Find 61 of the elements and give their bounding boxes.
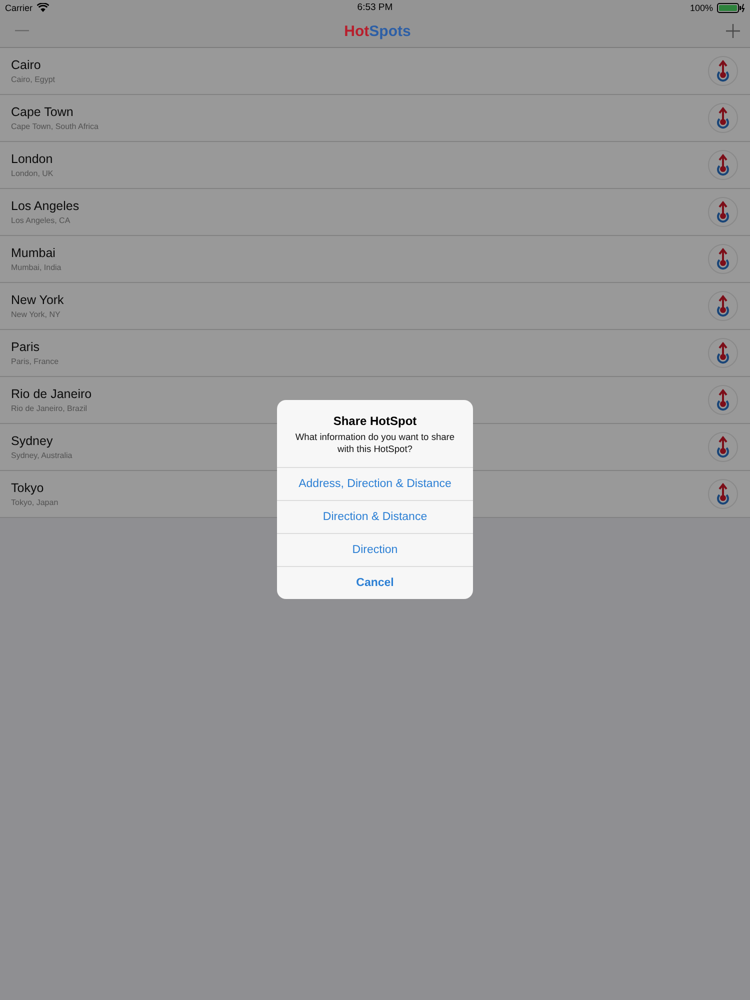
list-row[interactable]: Los Angeles Los Angeles, CA	[0, 189, 750, 236]
place-detail: Cairo, Egypt	[11, 75, 56, 84]
place-detail: Mumbai, India	[11, 263, 62, 272]
battery-icon	[716, 2, 745, 12]
list-row[interactable]: New York New York, NY	[0, 283, 750, 330]
clock-time: 6:53 PM	[357, 2, 393, 13]
place-name: Sydney	[11, 434, 54, 448]
share-button[interactable]	[708, 385, 738, 415]
place-name: Los Angeles	[11, 199, 80, 213]
share-button[interactable]	[708, 479, 738, 509]
plus-icon	[726, 24, 740, 38]
location-arrow-icon	[715, 389, 731, 411]
location-arrow-icon	[715, 295, 731, 317]
place-name: Paris	[11, 340, 40, 354]
cancel-button[interactable]: Cancel	[277, 566, 473, 600]
add-button[interactable]	[724, 22, 742, 40]
carrier-label: Carrier	[5, 2, 33, 12]
app-title: HotSpots	[344, 22, 411, 40]
share-button[interactable]	[708, 103, 738, 133]
wifi-icon	[36, 3, 49, 12]
location-arrow-icon	[715, 201, 731, 223]
share-button[interactable]	[708, 244, 738, 274]
place-name: New York	[11, 293, 64, 307]
place-name: Cape Town	[11, 105, 74, 119]
place-detail: Cape Town, South Africa	[11, 122, 98, 131]
place-name: Mumbai	[11, 246, 56, 260]
share-button[interactable]	[708, 197, 738, 227]
place-detail: London, UK	[11, 169, 54, 178]
share-button[interactable]	[708, 432, 738, 462]
location-arrow-icon	[715, 342, 731, 364]
alert-message: What information do you want to share with this HotSpot?	[294, 431, 456, 456]
place-name: Rio de Janeiro	[11, 387, 92, 401]
location-arrow-icon	[715, 248, 731, 270]
list-row[interactable]: Mumbai Mumbai, India	[0, 236, 750, 283]
place-name: London	[11, 152, 54, 166]
place-detail: New York, NY	[11, 310, 62, 319]
alert-action-button[interactable]: Address, Direction & Distance	[277, 467, 473, 500]
list-row[interactable]: London London, UK	[0, 142, 750, 189]
place-detail: Los Angeles, CA	[11, 216, 72, 225]
place-detail: Tokyo, Japan	[11, 498, 58, 507]
place-name: Tokyo	[11, 481, 45, 495]
location-arrow-icon	[715, 436, 731, 458]
location-arrow-icon	[715, 154, 731, 176]
list-row[interactable]: Paris Paris, France	[0, 330, 750, 377]
alert-action-button[interactable]: Direction & Distance	[277, 500, 473, 534]
share-button[interactable]	[708, 338, 738, 368]
share-button[interactable]	[708, 150, 738, 180]
location-arrow-icon	[715, 483, 731, 505]
alert-action-button[interactable]: Direction	[277, 533, 473, 566]
minus-icon	[15, 30, 29, 32]
list-row[interactable]: Cairo Cairo, Egypt	[0, 48, 750, 95]
location-arrow-icon	[715, 107, 731, 129]
list-row[interactable]: Cape Town Cape Town, South Africa	[0, 95, 750, 142]
share-button[interactable]	[708, 291, 738, 321]
share-button[interactable]	[708, 56, 738, 86]
battery-percent: 100%	[690, 2, 713, 12]
place-name: Cairo	[11, 58, 42, 72]
place-detail: Rio de Janeiro, Brazil	[11, 404, 88, 413]
place-detail: Paris, France	[11, 357, 59, 366]
location-arrow-icon	[715, 60, 731, 82]
place-detail: Sydney, Australia	[11, 451, 72, 460]
